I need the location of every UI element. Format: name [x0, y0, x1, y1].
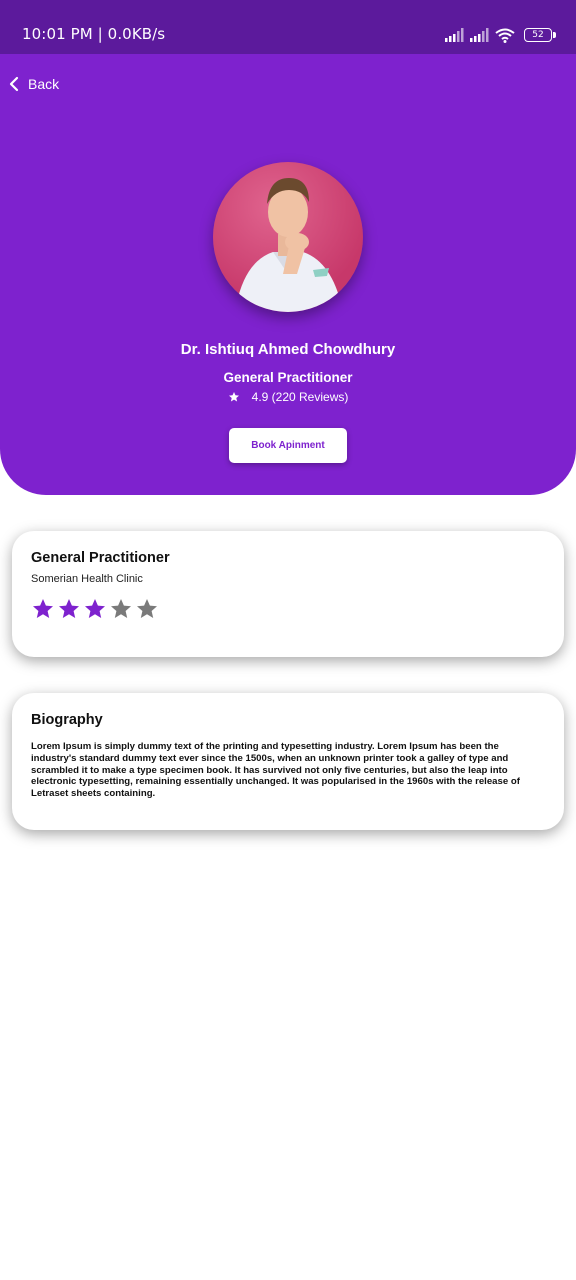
doctor-avatar: [213, 162, 363, 312]
signal-icon-2: [470, 28, 489, 42]
info-card: General Practitioner Somerian Health Cli…: [12, 531, 564, 657]
doctor-photo: [235, 178, 343, 312]
star-filled-icon: [33, 599, 53, 618]
back-label: Back: [28, 76, 60, 92]
rating-text: 4.9 (220 Reviews): [251, 390, 349, 404]
star-empty-icon: [111, 599, 131, 618]
status-icons: 52: [445, 24, 556, 46]
star-icon: [228, 392, 239, 402]
doctor-role: General Practitioner: [223, 370, 353, 385]
battery-icon: 52: [524, 28, 556, 42]
info-card-title: General Practitioner: [31, 550, 170, 566]
star-rating: [31, 597, 159, 621]
star-filled-icon: [59, 599, 79, 618]
star-filled-icon: [85, 599, 105, 618]
biography-title: Biography: [31, 712, 103, 728]
rating-row: 4.9 (220 Reviews): [0, 390, 576, 404]
profile-header: Back Dr. Ishtiuq Ahmed Chowdhury General…: [0, 54, 576, 495]
chevron-left-icon: [9, 76, 19, 92]
star-empty-icon: [137, 599, 157, 618]
biography-text: Lorem Ipsum is simply dummy text of the …: [31, 741, 520, 800]
back-button[interactable]: Back: [8, 76, 59, 92]
status-bar: 10:01 PM | 0.0KB/s 52: [0, 0, 576, 54]
biography-card: Biography Lorem Ipsum is simply dummy te…: [12, 693, 564, 830]
signal-icon: [445, 28, 464, 42]
status-time: 10:01 PM | 0.0KB/s: [22, 25, 166, 43]
doctor-name: Dr. Ishtiuq Ahmed Chowdhury: [180, 341, 396, 358]
battery-level: 52: [532, 30, 544, 40]
book-appointment-button[interactable]: Book Apinment: [229, 428, 347, 463]
clinic-name: Somerian Health Clinic: [31, 573, 143, 585]
wifi-icon: [495, 28, 515, 43]
